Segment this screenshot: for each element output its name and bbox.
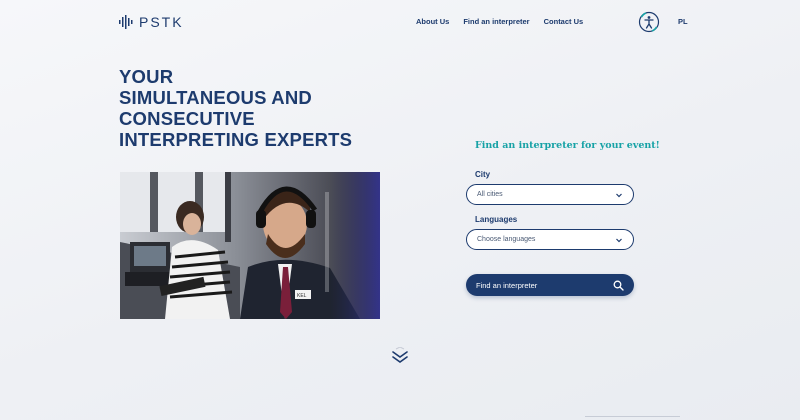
city-select-value: All cities bbox=[477, 191, 503, 198]
nav-find-interpreter[interactable]: Find an interpreter bbox=[463, 17, 529, 26]
languages-select[interactable]: Choose languages bbox=[466, 229, 634, 250]
search-form-title: Find an interpreter for your event! bbox=[475, 140, 660, 151]
city-label: City bbox=[475, 170, 491, 179]
double-chevron-down-icon[interactable] bbox=[391, 347, 409, 365]
accessibility-icon[interactable] bbox=[638, 11, 660, 33]
chevron-down-icon bbox=[616, 193, 622, 197]
city-select[interactable]: All cities bbox=[466, 184, 634, 205]
interpreters-booth-photo: KEL bbox=[120, 172, 380, 319]
footer-edge bbox=[585, 416, 680, 420]
main-nav: About Us Find an interpreter Contact Us bbox=[416, 17, 583, 26]
chevron-down-icon bbox=[616, 238, 622, 242]
name-badge-text: KEL bbox=[297, 293, 307, 299]
languages-label: Languages bbox=[475, 215, 518, 224]
find-interpreter-button-label: Find an interpreter bbox=[476, 280, 538, 290]
language-switch[interactable]: PL bbox=[678, 17, 688, 26]
logo-text: PSTK bbox=[139, 14, 184, 30]
search-icon bbox=[613, 280, 624, 291]
hero-title: YOUR SIMULTANEOUS AND CONSECUTIVE INTERP… bbox=[119, 66, 439, 150]
hero-title-line: YOUR bbox=[119, 66, 174, 87]
sound-wave-logo-icon bbox=[119, 15, 133, 29]
nav-contact-us[interactable]: Contact Us bbox=[544, 17, 584, 26]
hero-title-line: CONSECUTIVE bbox=[119, 108, 255, 129]
languages-select-placeholder: Choose languages bbox=[477, 236, 536, 243]
logo[interactable]: PSTK bbox=[119, 14, 184, 30]
hero-title-line: SIMULTANEOUS AND bbox=[119, 87, 312, 108]
photo-illustration: KEL bbox=[120, 172, 380, 319]
nav-about-us[interactable]: About Us bbox=[416, 17, 449, 26]
find-interpreter-button[interactable]: Find an interpreter bbox=[466, 274, 634, 296]
hero-title-line: INTERPRETING EXPERTS bbox=[119, 129, 353, 150]
